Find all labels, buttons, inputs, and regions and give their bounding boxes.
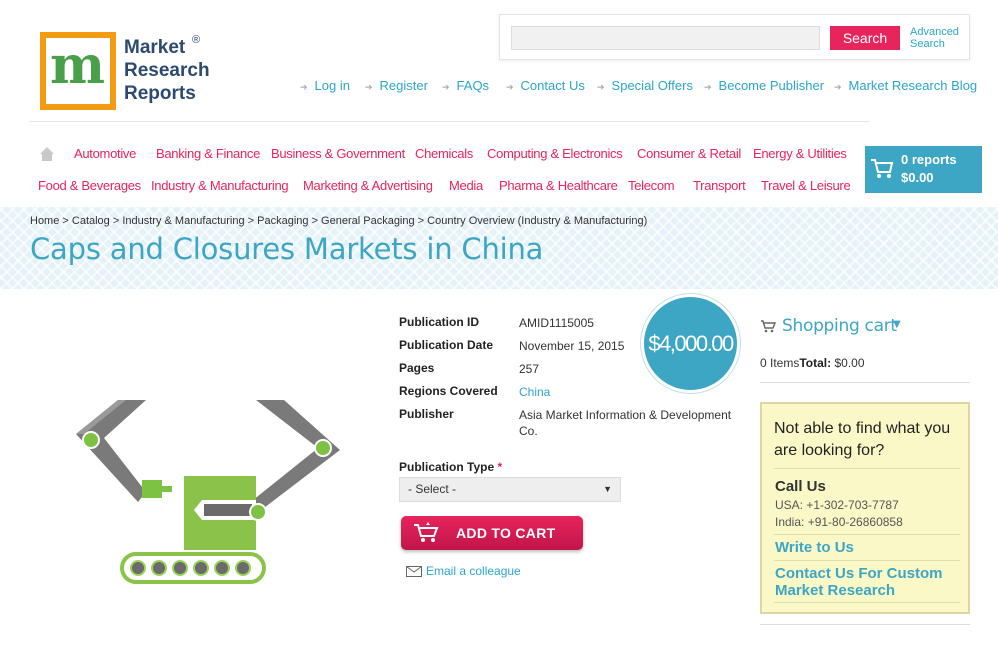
publication-type-select[interactable]: - Select - ▼ <box>399 477 621 502</box>
nav-pharma-healthcare[interactable]: Pharma & Healthcare <box>499 178 618 193</box>
title-banner: Home > Catalog > Industry & Manufacturin… <box>0 207 998 289</box>
phone-usa: USA: +1-302-703-7787 <box>775 498 899 512</box>
nav-banking-finance[interactable]: Banking & Finance <box>156 146 260 161</box>
nav-computing-electronics[interactable]: Computing & Electronics <box>487 146 623 161</box>
nav-travel-leisure[interactable]: Travel & Leisure <box>761 178 851 193</box>
shopping-cart-summary: 0 ItemsTotal: $0.00 <box>760 356 865 370</box>
logo-mark: m <box>40 32 116 110</box>
nav-business-government[interactable]: Business & Government <box>271 146 405 161</box>
login-link[interactable]: ➔ Log in <box>300 78 350 93</box>
help-question: Not able to find what you are looking fo… <box>774 420 951 459</box>
logo-text: Market Research Reports <box>124 37 210 104</box>
register-link[interactable]: ➔ Register <box>365 78 428 93</box>
add-to-cart-button[interactable]: ADD TO CART <box>401 516 583 550</box>
nav-industry-manufacturing[interactable]: Industry & Manufacturing <box>151 178 289 193</box>
chevron-down-icon: ▼ <box>603 484 612 494</box>
publication-type-label: Publication Type * <box>399 460 503 474</box>
nav-food-beverages[interactable]: Food & Beverages <box>38 178 141 193</box>
product-image <box>76 400 340 584</box>
nav-media[interactable]: Media <box>449 178 483 193</box>
header-divider <box>30 121 870 122</box>
nav-energy-utilities[interactable]: Energy & Utilities <box>753 146 847 161</box>
nav-marketing-advertising[interactable]: Marketing & Advertising <box>303 178 433 193</box>
become-publisher-link[interactable]: ➔ Become Publisher <box>704 78 824 93</box>
nav-automotive[interactable]: Automotive <box>74 146 136 161</box>
help-box: Not able to find what you are looking fo… <box>760 402 970 614</box>
nav-chemicals[interactable]: Chemicals <box>415 146 473 161</box>
divider <box>760 382 970 383</box>
site-logo[interactable]: m Market Research Reports ® <box>40 32 220 112</box>
contact-us-link[interactable]: ➔ Contact Us <box>506 78 585 93</box>
cart-report-count: 0 reports <box>901 152 957 167</box>
breadcrumb[interactable]: Home > Catalog > Industry & Manufacturin… <box>30 215 647 227</box>
custom-research-link[interactable]: Contact Us For Custom Market Research <box>775 565 965 599</box>
nav-row-1: Automotive Banking & Finance Business & … <box>0 146 870 168</box>
page-title: Caps and Closures Markets in China <box>30 232 544 266</box>
cart-icon <box>871 159 894 178</box>
home-icon[interactable] <box>39 146 55 162</box>
registered-mark: ® <box>192 34 201 46</box>
phone-india: India: +91-80-26860858 <box>775 515 903 529</box>
faqs-link[interactable]: ➔ FAQs <box>442 78 489 93</box>
nav-telecom[interactable]: Telecom <box>628 178 675 193</box>
envelope-icon <box>406 566 422 577</box>
nav-transport[interactable]: Transport <box>693 178 746 193</box>
advanced-search-link[interactable]: Advanced Search <box>910 26 970 50</box>
search-box: Search Advanced Search <box>499 14 970 60</box>
search-input[interactable] <box>511 26 820 50</box>
divider <box>760 624 970 625</box>
special-offers-link[interactable]: ➔ Special Offers <box>597 78 693 93</box>
chevron-down-icon: ▼ <box>893 319 901 330</box>
nav-consumer-retail[interactable]: Consumer & Retail <box>637 146 741 161</box>
cart-icon <box>761 320 776 333</box>
cart-amount: $0.00 <box>901 170 934 185</box>
cart-icon <box>414 522 439 542</box>
search-button[interactable]: Search <box>830 26 900 50</box>
price-badge: $4,000.00 <box>641 294 740 393</box>
market-research-blog-link[interactable]: ➔ Market Research Blog <box>834 78 977 93</box>
header-cart[interactable]: 0 reports $0.00 <box>865 146 982 193</box>
nav-row-2: Food & Beverages Industry & Manufacturin… <box>0 178 870 200</box>
write-to-us-link[interactable]: Write to Us <box>775 539 854 556</box>
call-us-heading: Call Us <box>775 478 826 495</box>
